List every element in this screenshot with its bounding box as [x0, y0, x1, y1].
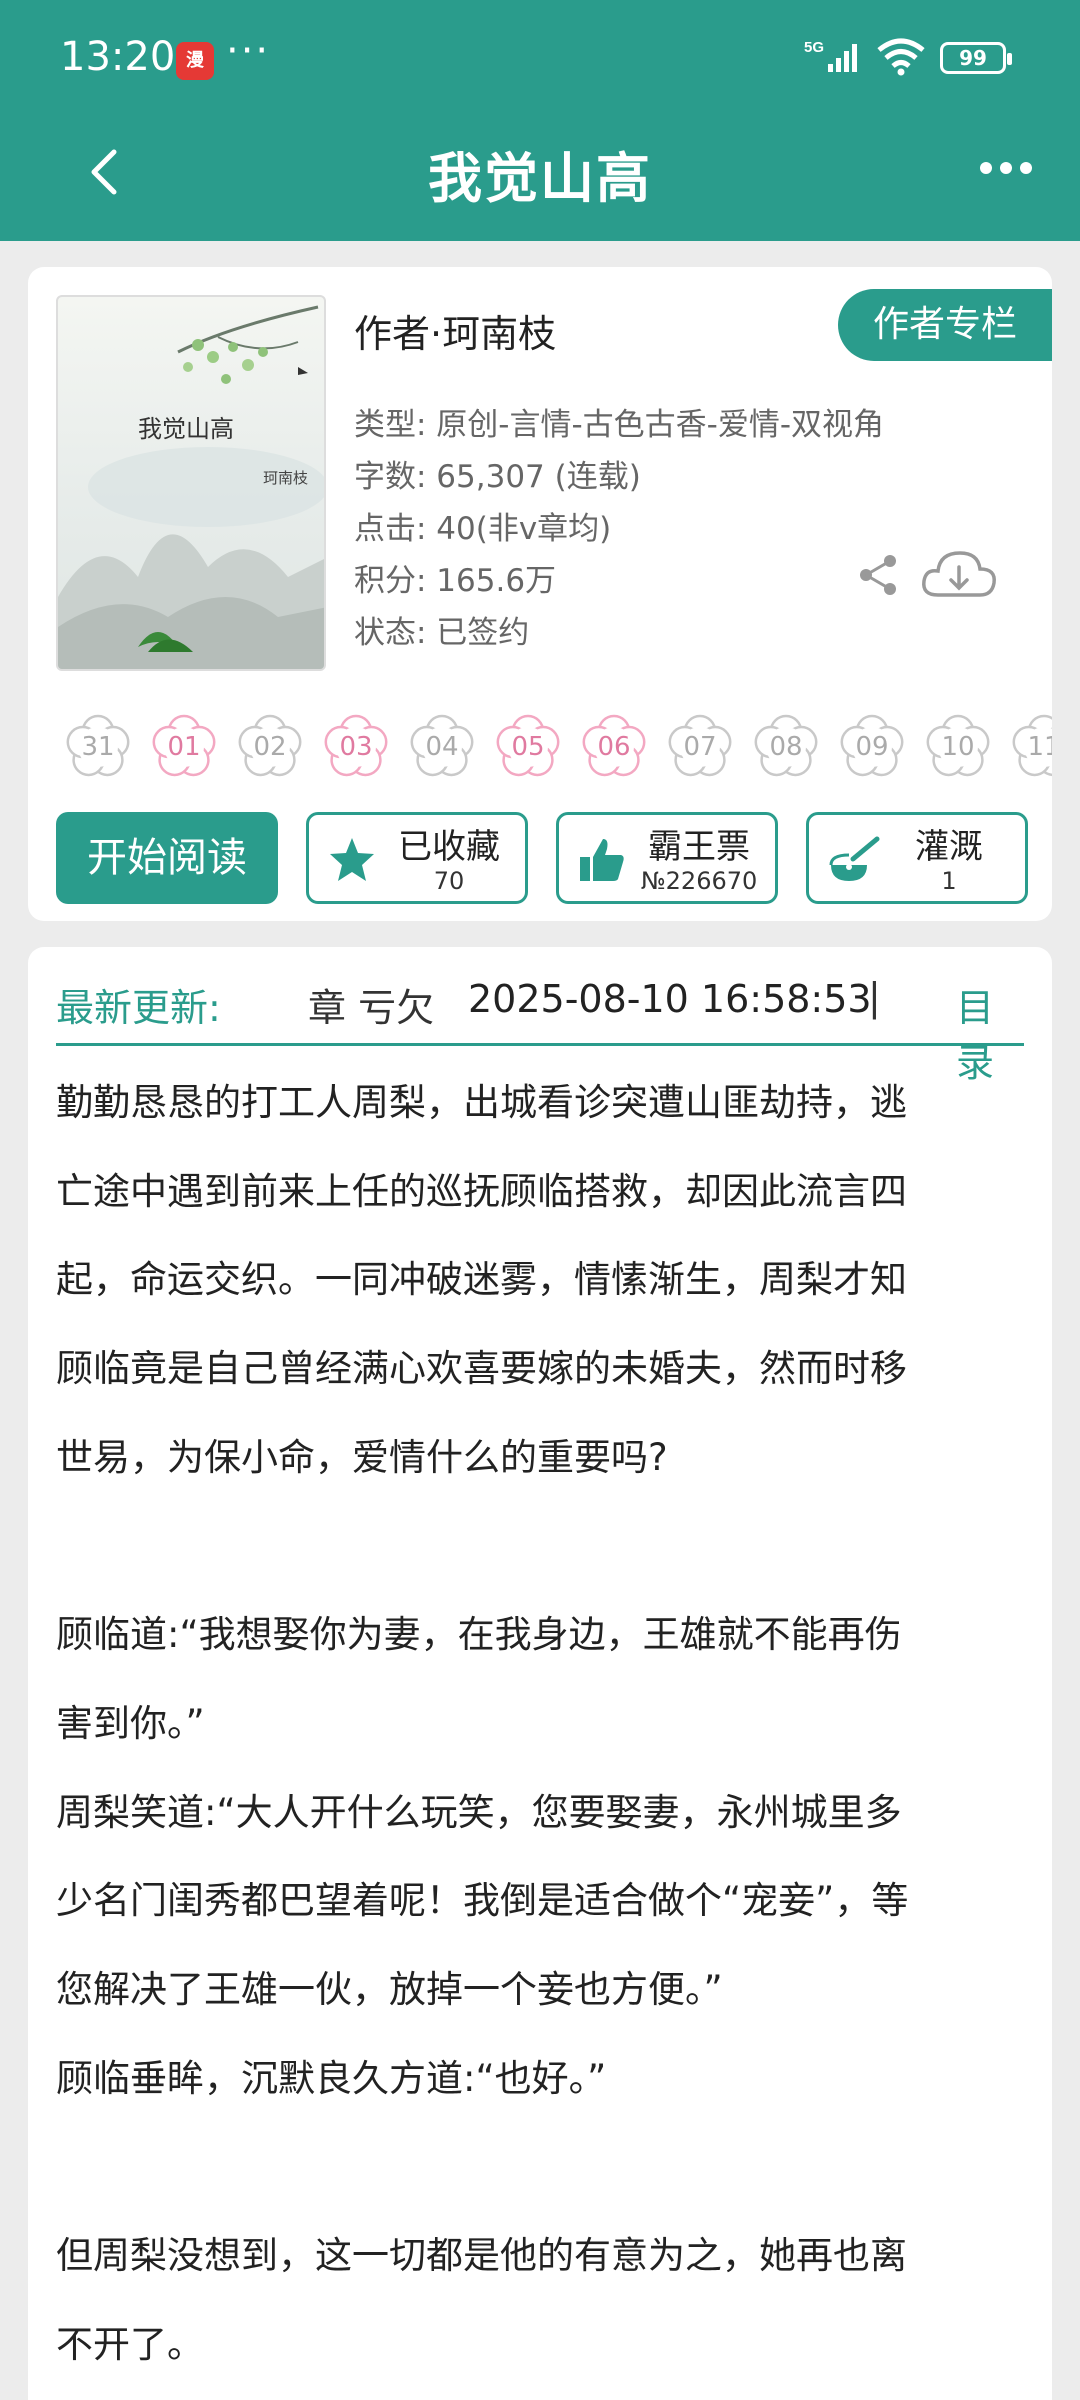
more-options-icon[interactable]	[976, 148, 1036, 188]
latest-update-label: 最新更新:	[56, 986, 221, 1030]
day-number: 09	[855, 732, 889, 762]
day-marker-06: 06	[574, 707, 654, 787]
synopsis-line: 顾临道:“我想娶你为妻，在我身边，王雄就不能再伤	[56, 1613, 902, 1657]
star-icon	[330, 838, 374, 881]
synopsis-line: 勤勤恳恳的打工人周梨，出城看诊突遭山匪劫持，逃	[56, 1081, 907, 1124]
meta-word-count: 字数: 65,307 (连载)	[354, 459, 641, 495]
day-number: 01	[167, 732, 201, 762]
meta-score: 积分: 165.6万	[354, 563, 557, 599]
cloud-download-icon[interactable]	[920, 547, 998, 603]
synopsis-line: 顾临竟是自己曾经满心欢喜要嫁的未婚夫，然而时移	[56, 1347, 907, 1391]
synopsis-line	[56, 2123, 1026, 2212]
irrigate-count: 1	[941, 867, 957, 895]
day-marker-03: 03	[316, 707, 396, 787]
day-number: 08	[769, 732, 803, 762]
day-marker-08: 08	[746, 707, 826, 787]
synopsis-line: 但周梨没想到，这一切都是他的有意为之，她再也离	[56, 2234, 907, 2278]
day-number: 02	[253, 732, 287, 762]
latest-chapter-title[interactable]: 章 亏欠	[308, 977, 434, 1032]
divider	[56, 1043, 1024, 1046]
wifi-icon	[877, 38, 925, 76]
day-marker-31: 31	[58, 707, 138, 787]
day-marker-04: 04	[402, 707, 482, 787]
synopsis-line: 世易，为保小命，爱情什么的重要吗?	[56, 1435, 668, 1479]
book-info-card: 我觉山高 珂南枝 作者·珂南枝 作者专栏 类型: 原创-言情-古色古香-爱情-双…	[28, 267, 1052, 921]
day-marker-07: 07	[660, 707, 740, 787]
favorite-count: 70	[433, 867, 465, 895]
bawang-ticket-button[interactable]: 霸王票 №226670	[556, 812, 778, 904]
favorite-label: 已收藏	[398, 827, 500, 867]
start-reading-button[interactable]: 开始阅读	[56, 812, 278, 904]
top-header: 13:20 漫 ··· 5G 99 我觉山高	[0, 0, 1080, 241]
synopsis-text: 勤勤恳恳的打工人周梨，出城看诊突遭山匪劫持，逃 亡途中遇到前来上任的巡抚顾临搭救…	[56, 1059, 1026, 2390]
day-number: 11	[1027, 732, 1052, 762]
meta-status: 状态: 已签约	[354, 615, 530, 651]
svg-text:5G: 5G	[804, 39, 824, 56]
day-marker-10: 10	[918, 707, 998, 787]
synopsis-line: 起，命运交织。一同冲破迷雾，情愫渐生，周梨才知	[56, 1258, 907, 1302]
meta-clicks: 点击: 40(非v章均)	[354, 511, 612, 547]
synopsis-line: 顾临垂眸，沉默良久方道:“也好。”	[56, 2056, 607, 2100]
synopsis-line: 周梨笑道:“大人开什么玩笑，您要娶妻，永州城里多	[56, 1790, 902, 1834]
synopsis-line: 害到你。”	[56, 1701, 205, 1745]
day-number: 04	[425, 732, 459, 762]
clock: 13:20	[60, 34, 176, 80]
nav-bar: 我觉山高	[0, 118, 1080, 241]
app-notification-icon: 漫	[176, 42, 214, 80]
latest-update-time: 2025-08-10 16:58:53	[468, 977, 872, 1021]
synopsis-line	[56, 1503, 1026, 1592]
day-number: 05	[511, 732, 545, 762]
cover-author: 珂南枝	[263, 469, 309, 487]
book-cover[interactable]: 我觉山高 珂南枝	[56, 295, 326, 671]
synopsis-line: 不开了。	[56, 2322, 204, 2366]
page-title: 我觉山高	[428, 147, 652, 210]
bawang-count: №226670	[640, 867, 758, 895]
day-marker-01: 01	[144, 707, 224, 787]
synopsis-line: 少名门闺秀都巴望着呢！我倒是适合做个“宠妾”，等	[56, 1879, 909, 1923]
day-number: 31	[81, 732, 115, 762]
irrigate-label: 灌溉	[915, 827, 983, 867]
synopsis-line: 亡途中遇到前来上任的巡抚顾临搭救，却因此流言四	[56, 1169, 907, 1213]
day-marker-09: 09	[832, 707, 912, 787]
author-column-button[interactable]: 作者专栏	[838, 289, 1052, 361]
day-marker-11: 11	[1004, 707, 1052, 787]
irrigate-button[interactable]: 灌溉 1	[806, 812, 1028, 904]
synopsis-line: 您解决了王雄一伙，放掉一个妾也方便。”	[56, 1968, 723, 2012]
day-marker-05: 05	[488, 707, 568, 787]
author-name[interactable]: 作者·珂南枝	[354, 303, 556, 358]
battery-icon: 99	[940, 42, 1012, 74]
thumbs-up-icon	[580, 839, 624, 881]
status-bar: 13:20 漫 ··· 5G 99	[0, 0, 1080, 118]
monthly-update-calendar: 31 01 02 03 04 05 06 07 08 09 10 11	[58, 707, 1052, 791]
bawang-label: 霸王票	[648, 827, 750, 867]
more-notifications-icon: ···	[226, 28, 271, 74]
meta-genre: 类型: 原创-言情-古色古香-爱情-双视角	[354, 407, 885, 443]
day-number: 03	[339, 732, 373, 762]
favorite-button[interactable]: 已收藏 70	[306, 812, 528, 904]
latest-update-row[interactable]: 最新更新: 章 亏欠 2025-08-10 16:58:53 | 目录	[56, 967, 1024, 1085]
synopsis-card: 最新更新: 章 亏欠 2025-08-10 16:58:53 | 目录 勤勤恳恳…	[28, 947, 1052, 2400]
day-marker-02: 02	[230, 707, 310, 787]
share-icon[interactable]	[854, 551, 902, 599]
cellular-signal-icon: 5G	[804, 39, 857, 72]
book-meta: 类型: 原创-言情-古色古香-爱情-双视角 字数: 65,307 (连载) 点击…	[354, 399, 884, 659]
cover-title: 我觉山高	[138, 415, 234, 443]
watering-icon	[829, 836, 880, 881]
day-number: 07	[683, 732, 717, 762]
day-number: 10	[941, 732, 975, 762]
day-number: 06	[597, 732, 631, 762]
separator: |	[868, 975, 881, 1019]
